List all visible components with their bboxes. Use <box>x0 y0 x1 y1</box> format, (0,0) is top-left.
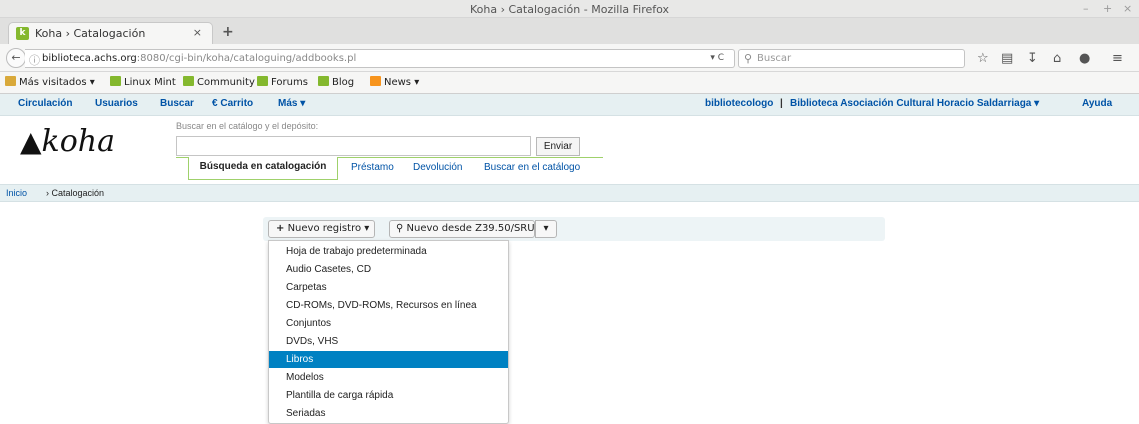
download-icon[interactable]: ↧ <box>1027 51 1038 66</box>
bookmark-mas-visitados[interactable]: Más visitados ▾ <box>5 76 95 88</box>
z3950-dropdown-toggle[interactable]: ▾ <box>535 220 557 238</box>
window-titlebar: Koha › Catalogación - Mozilla Firefox – … <box>0 0 1139 18</box>
bookmark-blog[interactable]: Blog <box>318 76 354 88</box>
site-info-icon[interactable]: ⓘ <box>29 52 40 68</box>
back-arrow-icon[interactable]: ← <box>6 48 26 68</box>
breadcrumb: Inicio › Catalogación <box>0 184 1139 202</box>
menu-usuarios[interactable]: Usuarios <box>95 98 138 109</box>
framework-item[interactable]: Hoja de trabajo predeterminada <box>269 243 508 260</box>
menu-buscar[interactable]: Buscar <box>160 98 194 109</box>
menu-circulacion[interactable]: Circulación <box>18 98 72 109</box>
home-icon[interactable]: ⌂ <box>1053 51 1061 66</box>
caret-down-icon: ▾ <box>1034 98 1040 109</box>
bookmark-star-icon[interactable]: ☆ <box>977 51 989 66</box>
framework-item-selected[interactable]: Libros <box>269 351 508 368</box>
minimize-icon[interactable]: – <box>1083 2 1089 15</box>
nuevo-registro-button[interactable]: + Nuevo registro ▾ <box>268 220 375 238</box>
koha-favicon-icon: k <box>16 27 29 40</box>
breadcrumb-inicio[interactable]: Inicio <box>6 188 27 198</box>
mint-icon <box>318 76 329 86</box>
url-text: biblioteca.achs.org:8080/cgi-bin/koha/ca… <box>42 53 357 64</box>
framework-item[interactable]: Audio Casetes, CD <box>269 261 508 278</box>
maximize-icon[interactable]: + <box>1103 2 1112 15</box>
url-bar[interactable]: ⓘ biblioteca.achs.org:8080/cgi-bin/koha/… <box>25 49 735 68</box>
enviar-button[interactable]: Enviar <box>536 137 580 156</box>
framework-item[interactable]: CD-ROMs, DVD-ROMs, Recursos en línea <box>269 297 508 314</box>
koha-bird-icon: ▲ <box>20 125 42 158</box>
framework-item[interactable]: DVDs, VHS <box>269 333 508 350</box>
menu-icon[interactable]: ≡ <box>1112 51 1123 66</box>
framework-item[interactable]: Plantilla de carga rápida <box>269 387 508 404</box>
koha-top-menu: Circulación Usuarios Buscar € Carrito Má… <box>0 94 1139 116</box>
reload-icon[interactable]: ▾ C <box>710 53 724 63</box>
cataloging-toolbar: + Nuevo registro ▾ ⚲ Nuevo desde Z39.50/… <box>263 217 885 241</box>
bookmark-news[interactable]: News ▾ <box>370 76 419 88</box>
breadcrumb-catalogacion: › Catalogación <box>46 188 105 198</box>
caret-down-icon: ▾ <box>300 98 306 109</box>
bookmarks-toolbar: Más visitados ▾ Linux Mint Community For… <box>0 72 1139 94</box>
search-icon: ⚲ <box>396 223 404 234</box>
logged-in-user[interactable]: bibliotecologo <box>705 98 773 109</box>
tab-prestamo[interactable]: Préstamo <box>351 162 394 173</box>
folder-icon <box>5 76 16 86</box>
mint-icon <box>257 76 268 86</box>
catalog-search-label: Buscar en el catálogo y el depósito: <box>176 121 319 131</box>
tab-devolucion[interactable]: Devolución <box>413 162 462 173</box>
rss-icon <box>370 76 381 86</box>
menu-mas[interactable]: Más ▾ <box>278 98 305 109</box>
framework-item[interactable]: Seriadas <box>269 405 508 422</box>
library-name[interactable]: Biblioteca Asociación Cultural Horacio S… <box>790 98 1039 109</box>
close-window-icon[interactable]: × <box>1123 2 1132 15</box>
nuevo-registro-dropdown: Hoja de trabajo predeterminada Audio Cas… <box>268 240 509 424</box>
bookmark-forums[interactable]: Forums <box>257 76 308 88</box>
tab-buscar-catalogo[interactable]: Buscar en el catálogo <box>484 162 580 173</box>
framework-item[interactable]: Modelos <box>269 369 508 386</box>
tab-label: Koha › Catalogación <box>35 27 146 40</box>
user-separator: | <box>780 98 783 109</box>
mint-icon <box>110 76 121 86</box>
plus-icon: + <box>276 223 285 234</box>
koha-header: Circulación Usuarios Buscar € Carrito Má… <box>0 94 1139 184</box>
tab-busqueda-catalogacion[interactable]: Búsqueda en catalogación <box>188 157 338 180</box>
bookmark-community[interactable]: Community <box>183 76 255 88</box>
koha-logo[interactable]: ▲koha <box>20 124 115 159</box>
menu-ayuda[interactable]: Ayuda <box>1082 98 1112 109</box>
caret-down-icon: ▾ <box>364 223 370 234</box>
caret-down-icon: ▾ <box>543 223 549 234</box>
nuevo-desde-z3950-button[interactable]: ⚲ Nuevo desde Z39.50/SRU <box>389 220 535 238</box>
reading-list-icon[interactable]: ▤ <box>1001 51 1013 66</box>
bookmark-linux-mint[interactable]: Linux Mint <box>110 76 176 88</box>
chat-icon[interactable]: ● <box>1079 51 1090 66</box>
navigation-bar: ← ⓘ biblioteca.achs.org:8080/cgi-bin/koh… <box>0 44 1139 72</box>
menu-carrito[interactable]: € Carrito <box>212 98 253 109</box>
browser-tab[interactable]: k Koha › Catalogación × <box>8 22 213 44</box>
catalog-search-input[interactable] <box>176 136 531 156</box>
search-placeholder: Buscar <box>757 53 792 64</box>
mint-icon <box>183 76 194 86</box>
browser-search-box[interactable]: ⚲ Buscar <box>738 49 965 68</box>
window-title: Koha › Catalogación - Mozilla Firefox <box>469 3 670 16</box>
new-tab-icon[interactable]: + <box>222 24 234 40</box>
tab-strip: k Koha › Catalogación × + <box>0 18 1139 44</box>
framework-item[interactable]: Carpetas <box>269 279 508 296</box>
close-tab-icon[interactable]: × <box>193 26 202 39</box>
framework-item[interactable]: Conjuntos <box>269 315 508 332</box>
search-icon: ⚲ <box>744 52 753 65</box>
